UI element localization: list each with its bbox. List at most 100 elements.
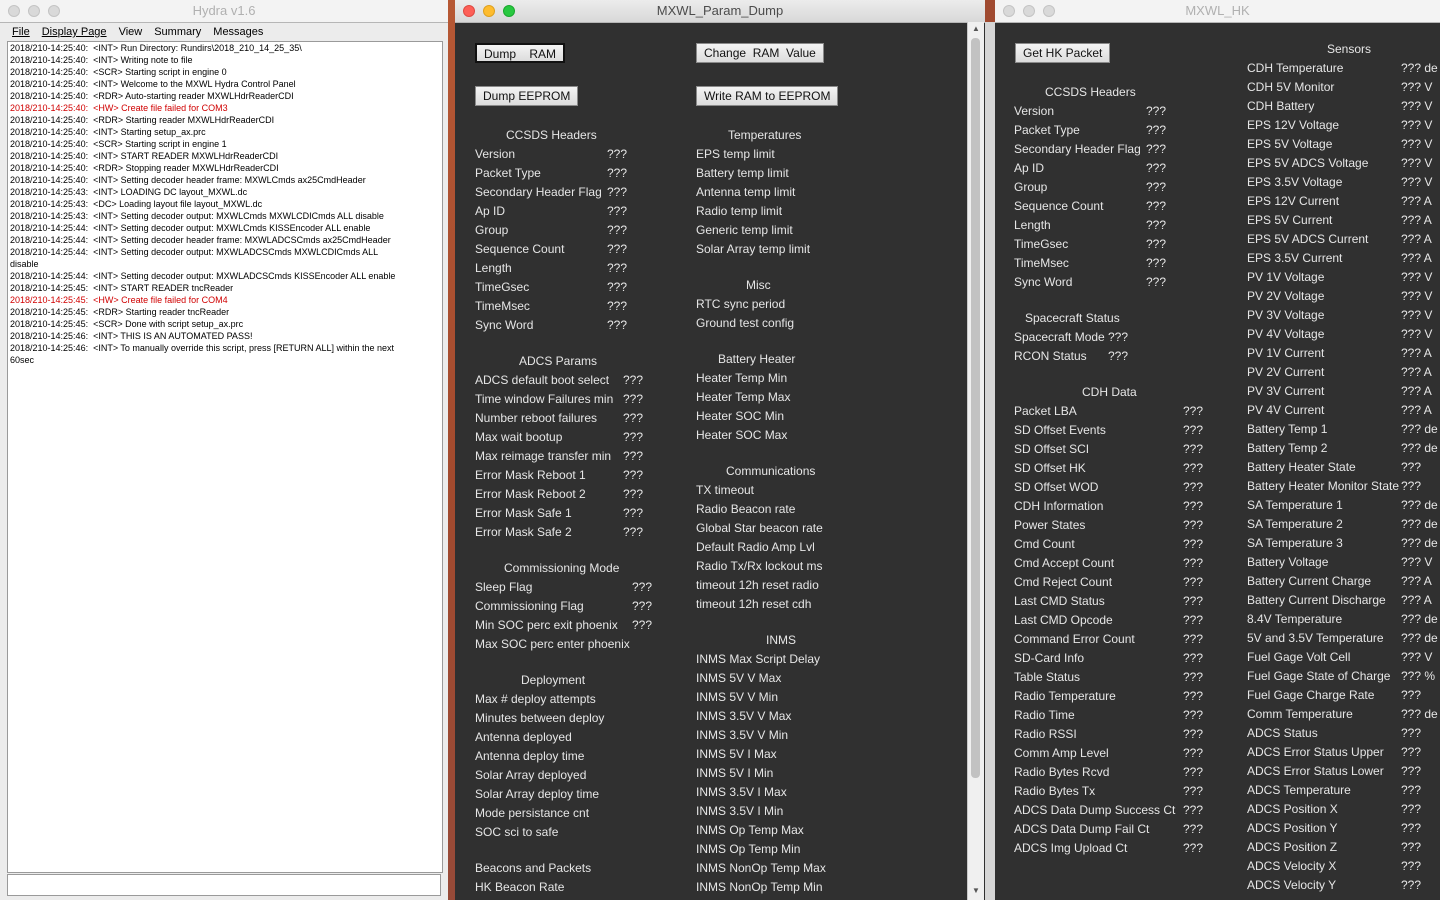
hk-label: Packet Type xyxy=(1014,123,1080,137)
log-pane[interactable]: 2018/210-14:25:40: <INT> Run Directory: … xyxy=(7,41,443,873)
command-input[interactable] xyxy=(7,874,441,896)
hk-label: Secondary Header Flag xyxy=(1014,142,1141,156)
hk-value: ??? A xyxy=(1401,232,1432,246)
hk-value: ??? xyxy=(1401,745,1422,759)
param-label: Packet Type xyxy=(475,166,541,180)
hydra-titlebar[interactable]: Hydra v1.6 xyxy=(0,0,448,23)
hk-value: ??? xyxy=(1401,726,1422,740)
param-label: Secondary Header Flag xyxy=(475,185,602,199)
zoom-icon[interactable] xyxy=(1043,5,1055,17)
hk-value: ??? de xyxy=(1401,61,1438,75)
log-line: 2018/210-14:25:40: <INT> Welcome to the … xyxy=(10,79,296,89)
section-header: Misc xyxy=(746,278,771,292)
hk-value: ??? xyxy=(1183,499,1204,513)
param-label: INMS 3.5V I Max xyxy=(696,785,787,799)
write-ram-to-eeprom-button[interactable]: Write RAM to EEPROM xyxy=(696,86,839,106)
log-line: 2018/210-14:25:40: <HW> Create file fail… xyxy=(10,103,228,113)
hk-label: Version xyxy=(1014,104,1055,118)
param-value: ??? xyxy=(607,261,628,275)
hk-label: Last CMD Status xyxy=(1014,594,1105,608)
close-icon[interactable] xyxy=(1003,5,1015,17)
dump-ram-button[interactable]: Dump RAM xyxy=(475,43,566,63)
param-value: ??? xyxy=(623,430,644,444)
hk-value: ??? xyxy=(1183,784,1204,798)
scroll-up-icon[interactable]: ▲ xyxy=(972,24,980,33)
param-label: Error Mask Safe 1 xyxy=(475,506,572,520)
hk-value: ??? xyxy=(1183,594,1204,608)
hk-window: MXWL_HK Get HK Packet CCSDS Headers Versi… xyxy=(995,0,1440,900)
param-label: INMS Max Script Delay xyxy=(696,652,821,666)
param-label: INMS 5V V Max xyxy=(696,671,782,685)
close-icon[interactable] xyxy=(463,5,475,17)
param-label: timeout 12h reset radio xyxy=(696,578,819,592)
param-titlebar[interactable]: MXWL_Param_Dump xyxy=(455,0,985,23)
minimize-icon[interactable] xyxy=(28,5,40,17)
dump-eeprom-button[interactable]: Dump EEPROM xyxy=(475,86,579,106)
hk-value: ??? xyxy=(1146,218,1167,232)
hk-value: ??? A xyxy=(1401,574,1432,588)
hk-label: CDH 5V Monitor xyxy=(1247,80,1335,94)
zoom-icon[interactable] xyxy=(503,5,515,17)
hk-label: EPS 5V ADCS Current xyxy=(1247,232,1369,246)
scroll-thumb[interactable] xyxy=(971,38,980,778)
param-label: Error Mask Reboot 2 xyxy=(475,487,586,501)
hk-label: CDH Information xyxy=(1014,499,1104,513)
hk-value: ??? V xyxy=(1401,555,1433,569)
hk-value: ??? xyxy=(1183,556,1204,570)
hk-label: Comm Amp Level xyxy=(1014,746,1109,760)
hk-value: ??? xyxy=(1401,460,1422,474)
minimize-icon[interactable] xyxy=(483,5,495,17)
hk-value: ??? V xyxy=(1401,118,1433,132)
section-header: Beacons and Packets xyxy=(475,861,592,875)
hk-label: PV 2V Voltage xyxy=(1247,289,1325,303)
hk-value: ??? xyxy=(1146,161,1167,175)
minimize-icon[interactable] xyxy=(1023,5,1035,17)
hk-label: Battery Temp 2 xyxy=(1247,441,1328,455)
hk-label: PV 3V Current xyxy=(1247,384,1325,398)
menu-view[interactable]: View xyxy=(119,23,143,41)
hk-label: ADCS Error Status Upper xyxy=(1247,745,1384,759)
hk-label: Group xyxy=(1014,180,1048,194)
hk-titlebar[interactable]: MXWL_HK xyxy=(995,0,1440,23)
param-label: Antenna deployed xyxy=(475,730,572,744)
vertical-scrollbar[interactable]: ▲ ▼ xyxy=(967,22,984,900)
hk-value: ??? xyxy=(1401,802,1422,816)
param-label: Solar Array deploy time xyxy=(475,787,600,801)
hk-value: ??? xyxy=(1183,575,1204,589)
hk-label: Fuel Gage Charge Rate xyxy=(1247,688,1375,702)
hk-value: ??? xyxy=(1183,803,1204,817)
scroll-down-icon[interactable]: ▼ xyxy=(972,886,980,895)
param-label: Radio Beacon rate xyxy=(696,502,796,516)
param-label: Min SOC perc exit phoenix xyxy=(475,618,618,632)
hk-label: Battery Current Charge xyxy=(1247,574,1372,588)
hk-label: PV 3V Voltage xyxy=(1247,308,1325,322)
change-ram-value-button[interactable]: Change RAM Value xyxy=(696,43,824,63)
log-line: 2018/210-14:25:45: <INT> START READER tn… xyxy=(10,283,234,293)
log-line: 2018/210-14:25:40: <SCR> Starting script… xyxy=(10,67,227,77)
hk-label: SA Temperature 1 xyxy=(1247,498,1343,512)
hk-value: ??? V xyxy=(1401,137,1433,151)
zoom-icon[interactable] xyxy=(48,5,60,17)
log-line: 2018/210-14:25:46: <INT> To manually ove… xyxy=(10,343,395,365)
param-label: timeout 12h reset cdh xyxy=(696,597,812,611)
param-label: SOC sci to safe xyxy=(475,825,559,839)
section-header: Deployment xyxy=(521,673,586,687)
log-line: 2018/210-14:25:43: <INT> LOADING DC layo… xyxy=(10,187,248,197)
hk-label: Cmd Accept Count xyxy=(1014,556,1115,570)
hk-label: CDH Temperature xyxy=(1247,61,1344,75)
hk-label: RCON Status xyxy=(1014,349,1087,363)
param-label: Mode persistance cnt xyxy=(475,806,590,820)
param-label: Default Radio Amp Lvl xyxy=(696,540,815,554)
close-icon[interactable] xyxy=(8,5,20,17)
log-line: 2018/210-14:25:40: <INT> Run Directory: … xyxy=(10,43,302,53)
hk-label: Sync Word xyxy=(1014,275,1073,289)
menu-messages[interactable]: Messages xyxy=(213,23,263,41)
menu-summary[interactable]: Summary xyxy=(154,23,201,41)
log-line: 2018/210-14:25:40: <SCR> Starting script… xyxy=(10,139,227,149)
menu-display-page[interactable]: Display Page xyxy=(42,23,107,41)
hk-value: ??? xyxy=(1146,180,1167,194)
hk-value: ??? xyxy=(1401,878,1422,892)
get-hk-packet-button[interactable]: Get HK Packet xyxy=(1015,43,1111,63)
menu-file[interactable]: File xyxy=(12,23,30,41)
hk-value: ??? xyxy=(1146,237,1167,251)
